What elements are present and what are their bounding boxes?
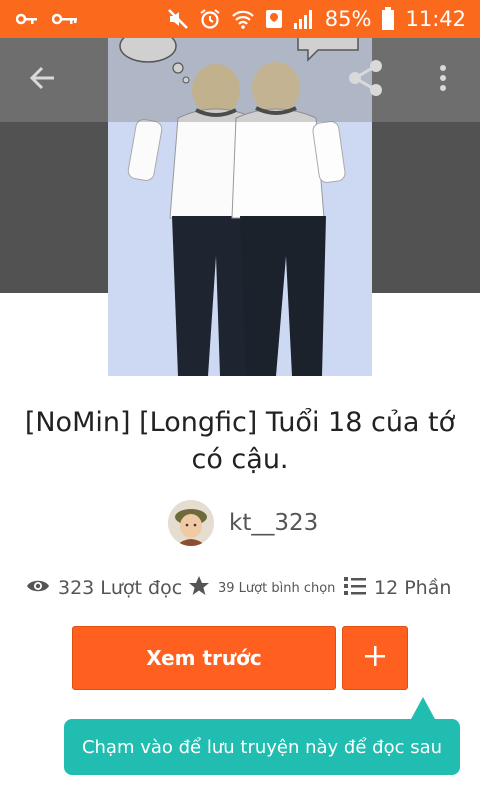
wifi-icon <box>231 8 255 30</box>
clock: 11:42 <box>405 7 466 31</box>
author-name[interactable]: kt__323 <box>229 510 318 536</box>
author-row[interactable]: kt__323 <box>0 500 480 548</box>
cover-toolbar-overlay <box>108 38 372 122</box>
list-icon <box>344 576 366 600</box>
votes-stat: 39 Lượt bình chọn <box>188 572 335 604</box>
mute-icon <box>167 8 189 30</box>
more-vertical-icon <box>439 64 447 96</box>
back-button[interactable] <box>20 60 64 100</box>
signal-icon <box>293 8 315 30</box>
parts-stat: 12 Phần <box>344 572 451 604</box>
add-to-library-button[interactable] <box>342 626 408 690</box>
notification-icon <box>265 8 283 30</box>
status-bar: 85% 11:42 <box>0 0 480 38</box>
save-for-later-tooltip[interactable]: Chạm vào để lưu truyện này để đọc sau <box>64 719 460 775</box>
story-title: [NoMin] [Longfic] Tuổi 18 của tớ có cậu. <box>24 407 456 475</box>
alarm-icon <box>199 8 221 30</box>
story-stats: 323 Lượt đọc 39 Lượt bình chọn 12 Phần <box>0 572 480 604</box>
avatar[interactable] <box>168 500 214 546</box>
tooltip-arrow <box>410 697 436 721</box>
status-right: 85% 11:42 <box>167 0 466 38</box>
eye-icon <box>26 578 50 598</box>
plus-icon <box>364 645 386 671</box>
parts-count: 12 Phần <box>374 577 452 599</box>
battery-icon <box>381 7 395 31</box>
more-options-button[interactable] <box>428 60 458 100</box>
story-cover-image <box>108 38 372 376</box>
star-icon <box>188 575 210 601</box>
votes-count: 39 Lượt bình chọn <box>218 580 336 596</box>
key-icon <box>52 12 78 26</box>
reads-count: 323 Lượt đọc <box>58 577 183 599</box>
share-icon <box>346 58 386 102</box>
key-icon <box>16 12 38 26</box>
share-button[interactable] <box>344 58 388 102</box>
status-left <box>16 0 78 38</box>
arrow-left-icon <box>28 64 56 96</box>
battery-percent: 85% <box>324 7 372 31</box>
preview-button[interactable]: Xem trước <box>72 626 336 690</box>
reads-stat: 323 Lượt đọc <box>26 572 182 604</box>
